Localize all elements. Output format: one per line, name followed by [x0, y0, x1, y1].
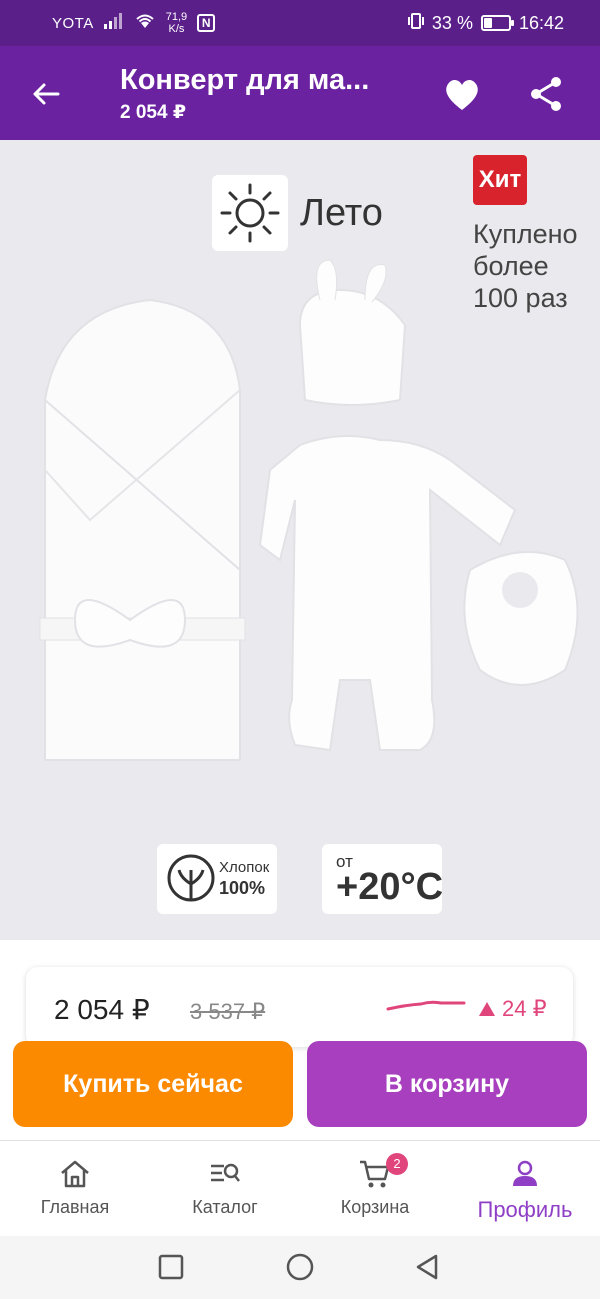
home-system-button[interactable] [285, 1252, 315, 1282]
price-change: 24 ₽ [478, 996, 547, 1022]
circle-icon [286, 1253, 314, 1281]
app-bar: Конверт для ма... 2 054 ₽ [0, 46, 600, 140]
nav-item-catalog[interactable]: Каталог [150, 1141, 300, 1237]
price-change-value: 24 ₽ [502, 996, 547, 1021]
system-nav-bar [0, 1236, 600, 1299]
heart-icon [446, 79, 478, 110]
cotton-percent: 100% [219, 878, 266, 898]
nav-item-home[interactable]: Главная [0, 1141, 150, 1237]
square-icon [158, 1254, 184, 1280]
old-price: 3 537 ₽ [190, 999, 266, 1024]
favorite-button[interactable] [440, 74, 484, 114]
battery-percent: 33 % [431, 12, 473, 33]
nav-item-profile[interactable]: Профиль [450, 1141, 600, 1237]
current-price: 2 054 ₽ [54, 994, 150, 1025]
page-title: Конверт для ма... [120, 64, 370, 96]
temperature-badge: от +20°C [322, 844, 444, 914]
price-trend-icon [386, 1000, 466, 1011]
cotton-icon [167, 854, 215, 902]
home-icon [61, 1160, 89, 1188]
cart-count-badge: 2 [386, 1153, 408, 1175]
season-label: Лето [300, 192, 383, 234]
back-system-button[interactable] [412, 1252, 442, 1282]
battery-icon [480, 15, 514, 31]
nav-label: Главная [40, 1197, 110, 1217]
profile-icon [513, 1160, 537, 1186]
network-speed: 71,9 K/s [165, 11, 188, 35]
triangle-back-icon [416, 1254, 438, 1280]
nfc-icon: N [197, 14, 216, 32]
price-card[interactable]: 2 054 ₽ 3 537 ₽ 24 ₽ [26, 967, 573, 1047]
bottom-nav: Главная Каталог 2 Корзина Профиль [0, 1140, 600, 1236]
nav-item-cart[interactable]: 2 Корзина [300, 1141, 450, 1237]
recent-apps-button[interactable] [156, 1252, 186, 1282]
hit-badge: Хит [473, 155, 527, 205]
triangle-up-icon [479, 1002, 495, 1016]
signal-icon [103, 12, 124, 34]
temperature-value: +20°C [336, 866, 444, 908]
share-icon [531, 77, 561, 111]
share-button[interactable] [524, 74, 568, 114]
nav-label: Каталог [192, 1197, 258, 1217]
summer-badge [212, 175, 288, 251]
add-to-cart-button[interactable]: В корзину [307, 1041, 587, 1127]
wifi-icon [134, 13, 156, 34]
back-button[interactable] [26, 74, 66, 114]
arrow-left-icon [33, 83, 60, 105]
product-image[interactable]: Лето Хит Куплено более 100 раз Хлопок 10… [0, 140, 600, 940]
catalog-search-icon [211, 1163, 240, 1182]
buy-now-button[interactable]: Купить сейчас [13, 1041, 293, 1127]
header-price: 2 054 ₽ [120, 102, 187, 123]
status-bar: YOTA 71,9 K/s N 33 % 16:42 [0, 0, 600, 46]
bought-count-label: Куплено более 100 раз [473, 219, 578, 313]
clock: 16:42 [518, 12, 564, 33]
cotton-label: Хлопок [219, 859, 270, 876]
carrier-name: YOTA [52, 14, 94, 32]
vibrate-icon [407, 12, 424, 35]
nav-label: Корзина [340, 1197, 410, 1217]
cotton-badge: Хлопок 100% [157, 844, 277, 914]
nav-label: Профиль [477, 1197, 573, 1222]
sun-icon [220, 183, 280, 243]
